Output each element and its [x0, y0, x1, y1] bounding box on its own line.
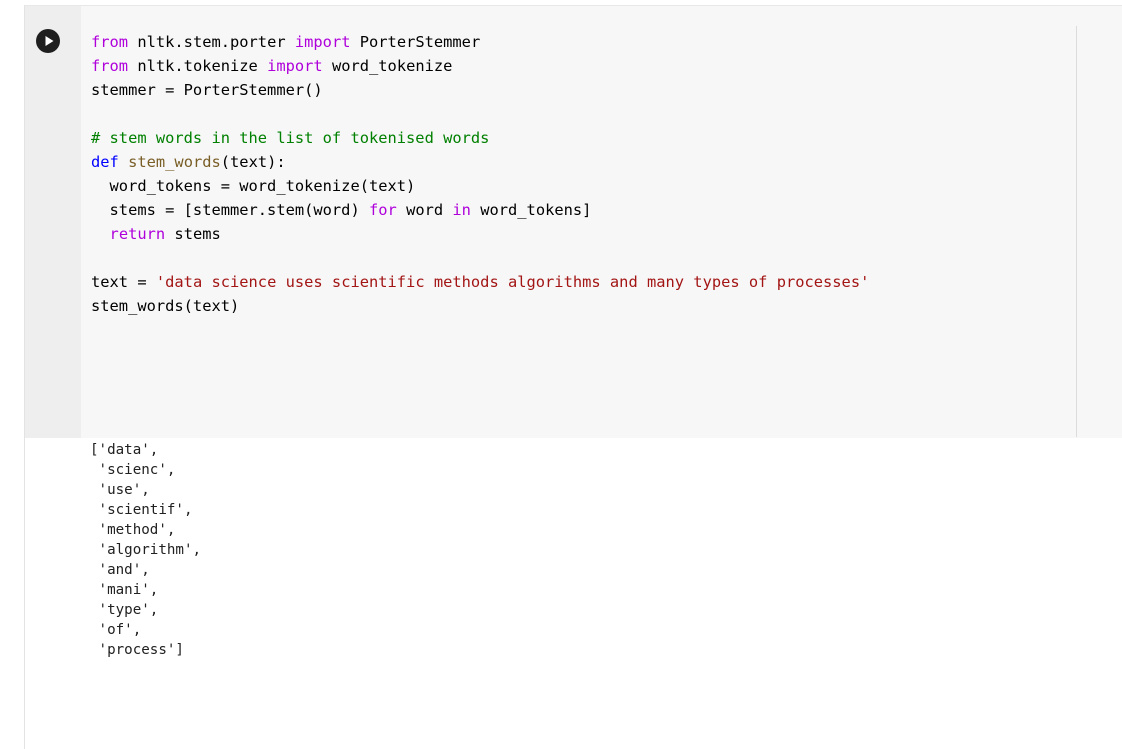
output-line: 'and', [90, 562, 150, 578]
code-token: def [91, 153, 119, 171]
code-line: def stem_words(text): [91, 150, 1122, 174]
output-line: 'method', [90, 522, 176, 538]
code-line: stem_words(text) [91, 294, 1122, 318]
code-line: from nltk.tokenize import word_tokenize [91, 54, 1122, 78]
code-token: stem_words [128, 153, 221, 171]
code-line: return stems [91, 222, 1122, 246]
cell-output: ['data', 'scienc', 'use', 'scientif', 'm… [90, 440, 1090, 746]
code-token: stemmer = PorterStemmer() [91, 81, 323, 99]
code-token: word_tokenize [322, 57, 453, 75]
code-token: for [368, 201, 397, 219]
code-token: word_tokens = word_tokenize(text) [91, 177, 416, 195]
output-line: 'of', [90, 622, 142, 638]
output-line: ['data', [90, 442, 159, 458]
code-token: stems [165, 225, 221, 243]
code-token: import [294, 33, 351, 51]
code-token: 'data science uses scientific methods al… [155, 273, 870, 291]
code-token: stems = [stemmer.stem(word) [91, 201, 369, 219]
code-token: from [91, 57, 129, 75]
code-line: stems = [stemmer.stem(word) for word in … [91, 198, 1122, 222]
code-text[interactable]: from nltk.stem.porter import PorterStemm… [91, 30, 1122, 435]
output-line: 'process'] [90, 642, 184, 658]
output-line: 'scientif', [90, 502, 193, 518]
output-line: 'algorithm', [90, 542, 202, 558]
code-token: (text): [220, 153, 286, 171]
code-token: PorterStemmer [350, 33, 481, 51]
code-token: from [91, 33, 129, 51]
code-token: import [267, 57, 323, 75]
code-token: nltk.stem.porter [128, 33, 295, 51]
code-token: text = [91, 273, 156, 291]
code-token: return [109, 225, 166, 243]
output-line: 'mani', [90, 582, 159, 598]
code-line: # stem words in the list of tokenised wo… [91, 126, 1122, 150]
code-line: text = 'data science uses scientific met… [91, 270, 1122, 294]
code-token: word [396, 201, 453, 219]
play-icon [45, 36, 54, 46]
output-line: 'scienc', [90, 462, 176, 478]
code-token: word_tokens] [470, 201, 592, 219]
code-line: word_tokens = word_tokenize(text) [91, 174, 1122, 198]
code-token: nltk.tokenize [128, 57, 268, 75]
run-cell-button[interactable] [36, 29, 60, 53]
cell-gutter [25, 6, 81, 438]
code-token: stem_words(text) [91, 297, 240, 315]
output-line: 'type', [90, 602, 159, 618]
code-token: in [452, 201, 471, 219]
code-line: stemmer = PorterStemmer() [91, 78, 1122, 102]
code-token: # stem words in the list of tokenised wo… [91, 129, 490, 147]
output-line: 'use', [90, 482, 150, 498]
code-line: from nltk.stem.porter import PorterStemm… [91, 30, 1122, 54]
